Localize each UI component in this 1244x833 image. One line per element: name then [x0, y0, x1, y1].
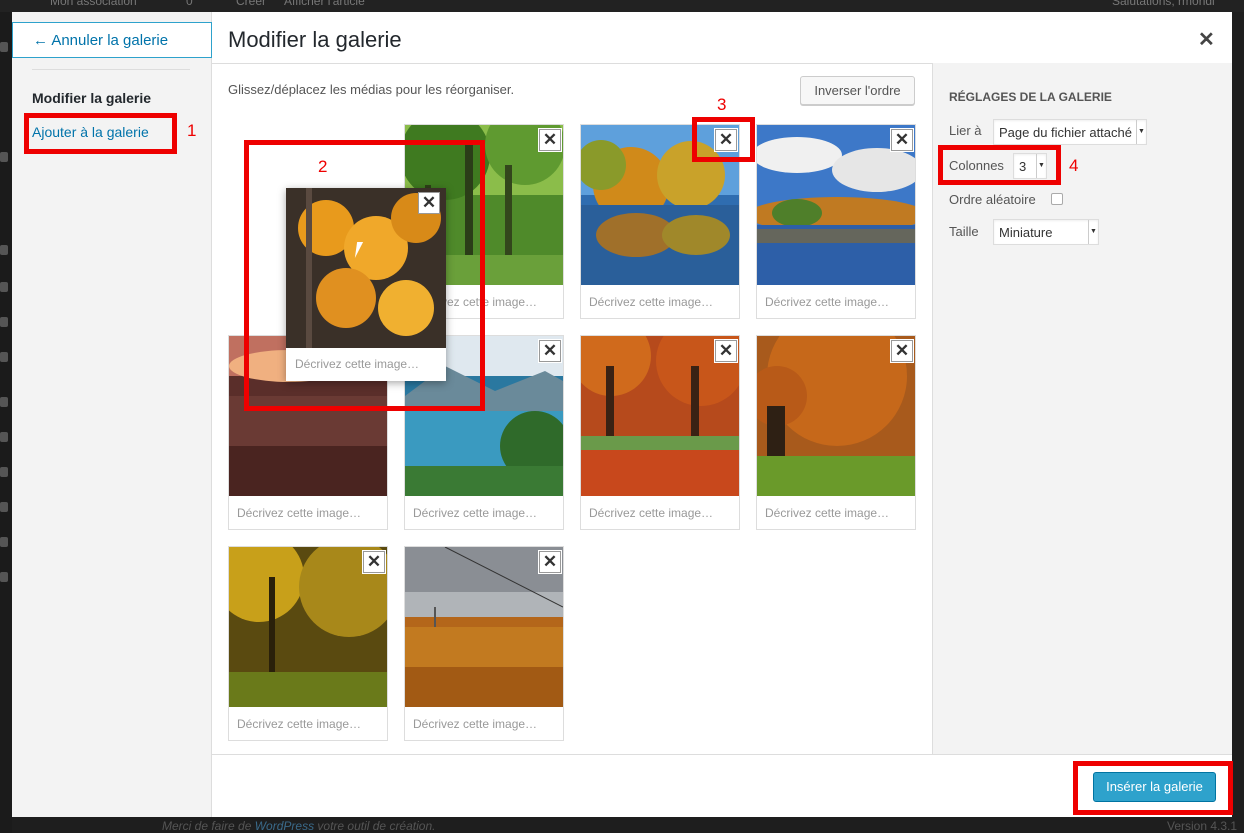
- menu-separator: [32, 69, 190, 70]
- caption-field[interactable]: Décrivez cette image…: [237, 506, 361, 520]
- admin-footer-text: Merci de faire de WordPress votre outil …: [162, 819, 436, 833]
- delete-icon[interactable]: ✕: [363, 551, 385, 573]
- reverse-order-button[interactable]: Inverser l'ordre: [800, 76, 915, 105]
- admin-bar-greeting[interactable]: Salutations, rmondi: [1112, 0, 1215, 8]
- link-to-value: Page du fichier attaché: [999, 125, 1132, 140]
- wordpress-link[interactable]: WordPress: [255, 819, 314, 833]
- admin-sidebar-strip: [0, 12, 12, 833]
- annotation-box-3: [692, 117, 755, 162]
- settings-title: Réglages de la galerie: [949, 90, 1112, 104]
- caption-field[interactable]: Décrivez cette image…: [413, 717, 537, 731]
- delete-icon[interactable]: ✕: [891, 340, 913, 362]
- chevron-down-icon: ▼: [1088, 220, 1098, 244]
- cancel-gallery-button[interactable]: ← Annuler la galerie: [12, 22, 212, 58]
- annotation-number-4: 4: [1069, 156, 1079, 175]
- annotation-box-2: [244, 140, 485, 411]
- delete-icon[interactable]: ✕: [715, 340, 737, 362]
- annotation-box-1: [24, 113, 177, 154]
- caption-field[interactable]: Décrivez cette image…: [413, 506, 537, 520]
- annotation-box-insert: [1073, 761, 1233, 815]
- admin-bar-view[interactable]: Afficher l'article: [284, 0, 365, 8]
- link-to-select[interactable]: Page du fichier attaché ▼: [993, 119, 1147, 145]
- delete-icon[interactable]: ✕: [539, 551, 561, 573]
- annotation-number-1: 1: [187, 121, 197, 140]
- admin-footer-version: Version 4.3.1: [1167, 819, 1238, 833]
- annotation-box-4: [938, 145, 1061, 185]
- caption-field[interactable]: Décrivez cette image…: [765, 506, 889, 520]
- gallery-item[interactable]: Décrivez cette image… ✕: [756, 124, 916, 319]
- chevron-down-icon: ▼: [1136, 120, 1146, 144]
- size-value: Miniature: [999, 225, 1053, 240]
- caption-field[interactable]: Décrivez cette image…: [589, 295, 713, 309]
- gallery-item[interactable]: Décrivez cette image… ✕: [404, 546, 564, 741]
- close-icon[interactable]: ✕: [1198, 27, 1215, 52]
- delete-icon[interactable]: ✕: [539, 340, 561, 362]
- admin-bar: Mon association 0 Créer Afficher l'artic…: [0, 0, 1244, 12]
- gallery-item[interactable]: Décrivez cette image… ✕: [228, 546, 388, 741]
- caption-field[interactable]: Décrivez cette image…: [237, 717, 361, 731]
- size-select[interactable]: Miniature ▼: [993, 219, 1099, 245]
- admin-bar-comments[interactable]: 0: [186, 0, 193, 8]
- admin-bar-site[interactable]: Mon association: [50, 0, 137, 8]
- gallery-item[interactable]: Décrivez cette image… ✕: [756, 335, 916, 530]
- admin-bar-new[interactable]: Créer: [236, 0, 266, 8]
- modal-title: Modifier la galerie: [228, 27, 402, 52]
- caption-field[interactable]: Décrivez cette image…: [589, 506, 713, 520]
- annotation-number-3: 3: [717, 95, 727, 114]
- size-label: Taille: [949, 224, 979, 239]
- gallery-item[interactable]: Décrivez cette image… ✕: [580, 335, 740, 530]
- annotation-number-2: 2: [318, 157, 328, 176]
- menu-item-edit-gallery[interactable]: Modifier la galerie: [32, 90, 151, 106]
- delete-icon[interactable]: ✕: [539, 129, 561, 151]
- reorder-hint: Glissez/déplacez les médias pour les réo…: [228, 82, 515, 97]
- delete-icon[interactable]: ✕: [891, 129, 913, 151]
- random-order-label: Ordre aléatoire: [949, 192, 1036, 207]
- toolbar-separator: [212, 754, 1232, 755]
- random-order-checkbox[interactable]: [1051, 193, 1063, 205]
- caption-field[interactable]: Décrivez cette image…: [765, 295, 889, 309]
- link-to-label: Lier à: [949, 123, 982, 138]
